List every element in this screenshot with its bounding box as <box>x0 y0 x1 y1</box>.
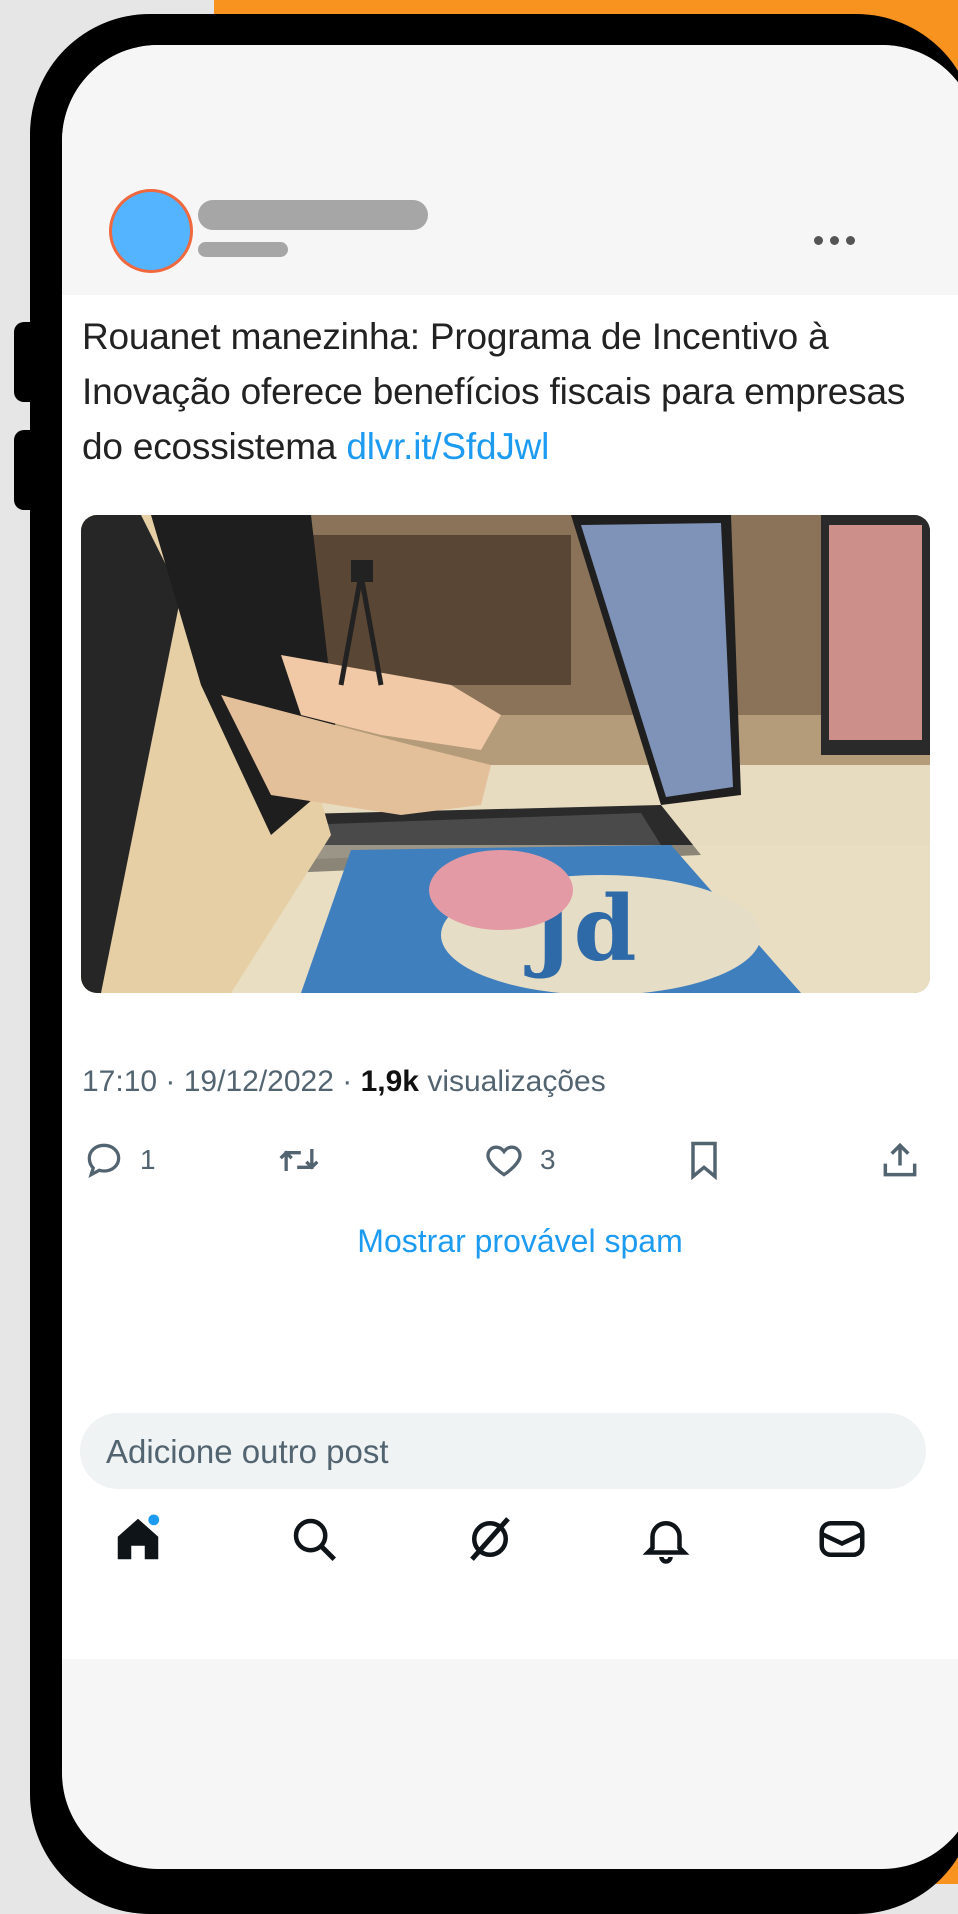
home-icon <box>117 1514 160 1560</box>
like-button[interactable]: 3 <box>482 1135 556 1185</box>
reply-placeholder: Adicione outro post <box>106 1433 389 1470</box>
bottom-nav <box>62 1495 958 1595</box>
mail-icon <box>819 1521 865 1557</box>
tweet-image[interactable]: Jd <box>81 515 930 993</box>
views-label: visualizações <box>427 1065 606 1098</box>
avatar[interactable] <box>109 189 193 273</box>
bell-icon <box>642 1521 690 1564</box>
reply-input[interactable]: Adicione outro post <box>80 1413 926 1489</box>
bookmark-button[interactable] <box>682 1135 726 1185</box>
nav-grok[interactable] <box>460 1509 520 1569</box>
reply-count: 1 <box>140 1144 156 1175</box>
retweet-button[interactable] <box>274 1135 324 1185</box>
nav-search[interactable] <box>284 1509 344 1569</box>
share-icon <box>883 1142 917 1177</box>
like-icon <box>486 1145 522 1177</box>
tweet-date: 19/12/2022 <box>183 1065 334 1098</box>
author-handle-placeholder <box>198 242 288 257</box>
phone-screen: Rouanet manezinha: Programa de Incentivo… <box>62 45 958 1869</box>
tweet-body: Rouanet manezinha: Programa de Incentivo… <box>62 295 958 1659</box>
show-spam-link[interactable]: Mostrar provável spam <box>62 1223 958 1260</box>
nav-messages[interactable] <box>812 1509 872 1569</box>
share-button[interactable] <box>878 1135 922 1185</box>
tweet-time: 17:10 <box>82 1065 158 1098</box>
like-count: 3 <box>540 1144 556 1175</box>
tweet-text: Rouanet manezinha: Programa de Incentivo… <box>82 309 922 474</box>
tweet-link[interactable]: dlvr.it/SfdJwl <box>346 426 549 467</box>
grok-icon <box>470 1517 510 1561</box>
author-name-placeholder <box>198 200 428 230</box>
phone-frame: Rouanet manezinha: Programa de Incentivo… <box>30 14 958 1914</box>
search-icon <box>293 1518 337 1562</box>
tweet-header <box>62 45 958 295</box>
reply-icon <box>87 1143 121 1179</box>
bookmark-icon <box>691 1141 717 1181</box>
tweet-actions: 1 3 <box>82 1135 932 1185</box>
laptop-photo: Jd <box>81 515 930 993</box>
nav-home[interactable] <box>108 1509 168 1569</box>
nav-notifications[interactable] <box>636 1509 696 1569</box>
views-count: 1,9k <box>360 1065 419 1098</box>
more-icon[interactable] <box>814 228 874 252</box>
retweet-icon <box>279 1149 319 1171</box>
reply-button[interactable]: 1 <box>82 1135 156 1185</box>
tweet-meta: 17:10 · 19/12/2022 · 1,9k visualizações <box>82 1065 606 1098</box>
